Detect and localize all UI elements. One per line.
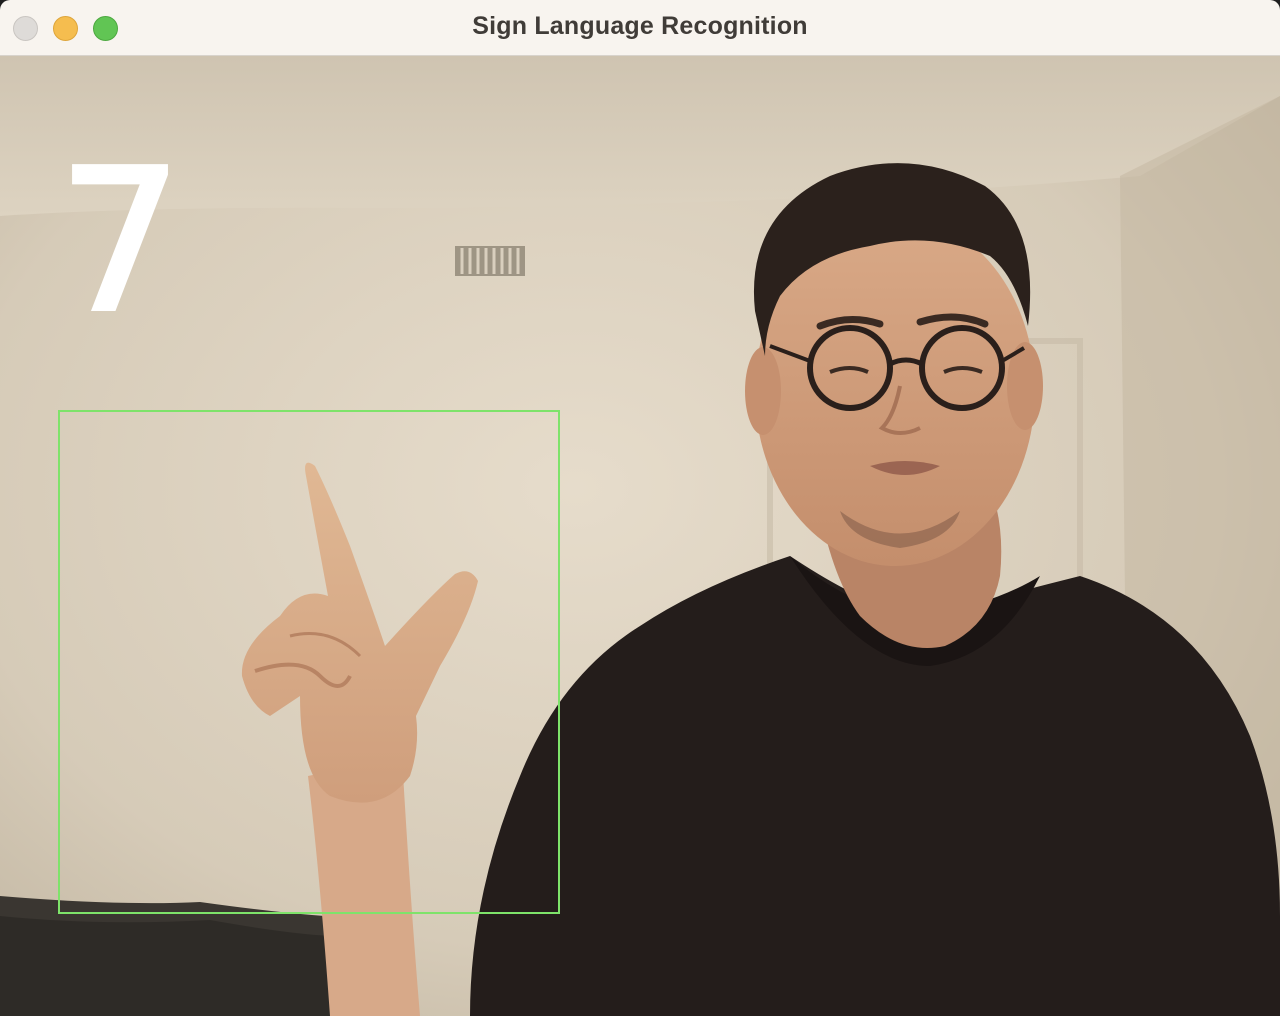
predicted-sign-label: 7 bbox=[56, 128, 185, 356]
app-window: Sign Language Recognition 7 bbox=[0, 0, 1280, 1016]
window-title: Sign Language Recognition bbox=[472, 12, 808, 40]
hand-detection-box bbox=[58, 410, 560, 914]
wall-vent bbox=[455, 246, 525, 276]
title-bar[interactable]: Sign Language Recognition bbox=[0, 0, 1280, 56]
camera-feed: 7 bbox=[0, 56, 1280, 1016]
